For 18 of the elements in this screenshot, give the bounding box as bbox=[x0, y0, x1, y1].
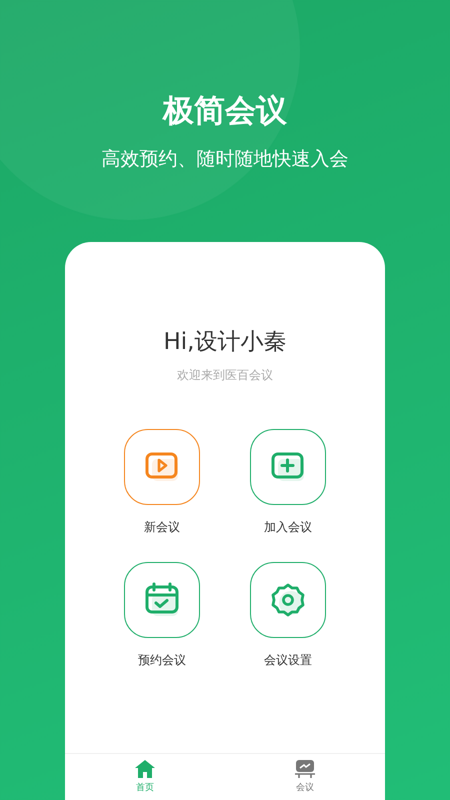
hero-title: 极简会议 bbox=[163, 92, 287, 131]
action-label: 新会议 bbox=[144, 519, 180, 536]
settings-tile-button[interactable] bbox=[250, 562, 326, 638]
calendar-tile-button[interactable] bbox=[124, 562, 200, 638]
greeting: Hi,设计小秦 bbox=[164, 328, 286, 357]
hero-subtitle: 高效预约、随时随地快速入会 bbox=[102, 147, 348, 172]
meeting-tab[interactable]: 会议 bbox=[225, 754, 385, 800]
join-tile-button[interactable] bbox=[250, 429, 326, 505]
welcome-text: 欢迎来到医百会议 bbox=[177, 367, 273, 384]
video-tile-button[interactable] bbox=[124, 429, 200, 505]
settings-icon bbox=[270, 582, 306, 618]
home-icon bbox=[135, 760, 155, 778]
calendar-check-icon bbox=[144, 582, 180, 618]
home-tab[interactable]: 首页 bbox=[65, 754, 225, 800]
action-label: 加入会议 bbox=[264, 519, 312, 536]
presentation-chart-icon bbox=[295, 760, 315, 778]
action-label: 预约会议 bbox=[138, 652, 186, 669]
action-label: 会议设置 bbox=[264, 652, 312, 669]
